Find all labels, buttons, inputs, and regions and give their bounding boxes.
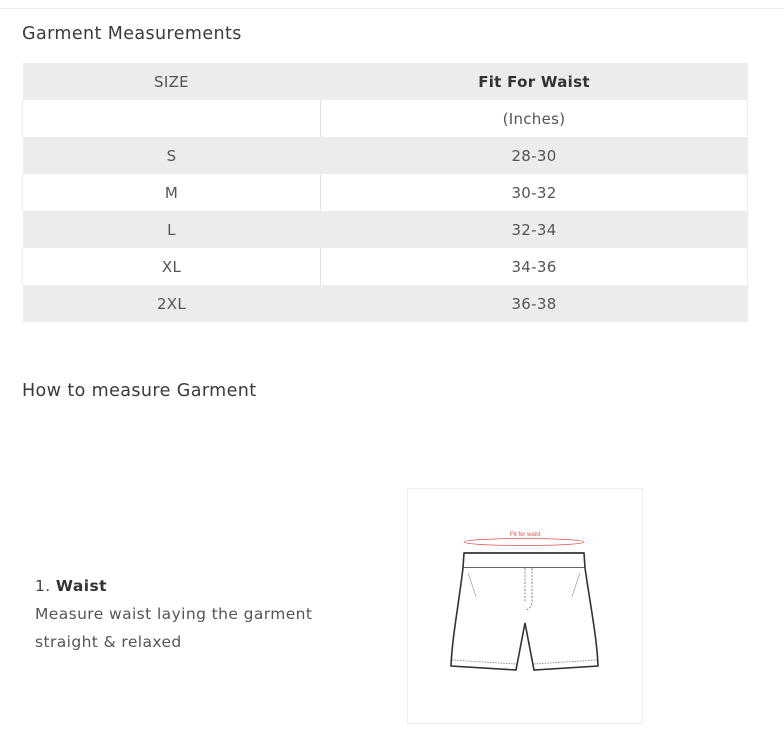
garment-measurements-title: Garment Measurements: [22, 24, 242, 44]
step-name: Waist: [55, 577, 107, 595]
table-row: L 32-34: [22, 211, 748, 248]
waist-cell: 36-38: [320, 285, 748, 322]
size-column-header: SIZE: [22, 63, 321, 100]
size-cell: L: [22, 211, 321, 248]
unit-cell-size: [22, 100, 321, 137]
size-cell: S: [22, 137, 321, 174]
unit-cell-waist: (Inches): [320, 100, 748, 137]
waist-cell: 32-34: [320, 211, 748, 248]
waist-cell: 28-30: [320, 137, 748, 174]
table-row: 2XL 36-38: [22, 285, 748, 322]
table-row: S 28-30: [22, 137, 748, 174]
waist-cell: 34-36: [320, 248, 748, 285]
step-number: 1.: [35, 577, 51, 595]
size-cell: 2XL: [22, 285, 321, 322]
shorts-diagram-icon: Fit for waist: [450, 532, 599, 671]
shorts-body: [450, 567, 599, 671]
step-heading: 1. Waist: [35, 572, 355, 600]
waist-cell: 30-32: [320, 174, 748, 211]
table-row: XL 34-36: [22, 248, 748, 285]
waist-measure-line: [463, 538, 585, 546]
unit-row: (Inches): [22, 100, 748, 137]
top-divider: [0, 8, 784, 9]
table-header-row: SIZE Fit For Waist: [22, 63, 748, 100]
shorts-diagram-figure: Fit for waist: [407, 488, 643, 724]
size-chart-table: SIZE Fit For Waist (Inches) S 28-30 M 30…: [22, 63, 748, 322]
size-cell: M: [22, 174, 321, 211]
waistband: [462, 552, 586, 569]
table-row: M 30-32: [22, 174, 748, 211]
fit-for-waist-label: Fit for waist: [510, 532, 541, 538]
how-to-measure-title: How to measure Garment: [22, 381, 257, 401]
waist-column-header: Fit For Waist: [320, 63, 748, 100]
size-cell: XL: [22, 248, 321, 285]
measure-step-waist: 1. Waist Measure waist laying the garmen…: [35, 572, 355, 656]
step-description: Measure waist laying the garment straigh…: [35, 605, 313, 651]
